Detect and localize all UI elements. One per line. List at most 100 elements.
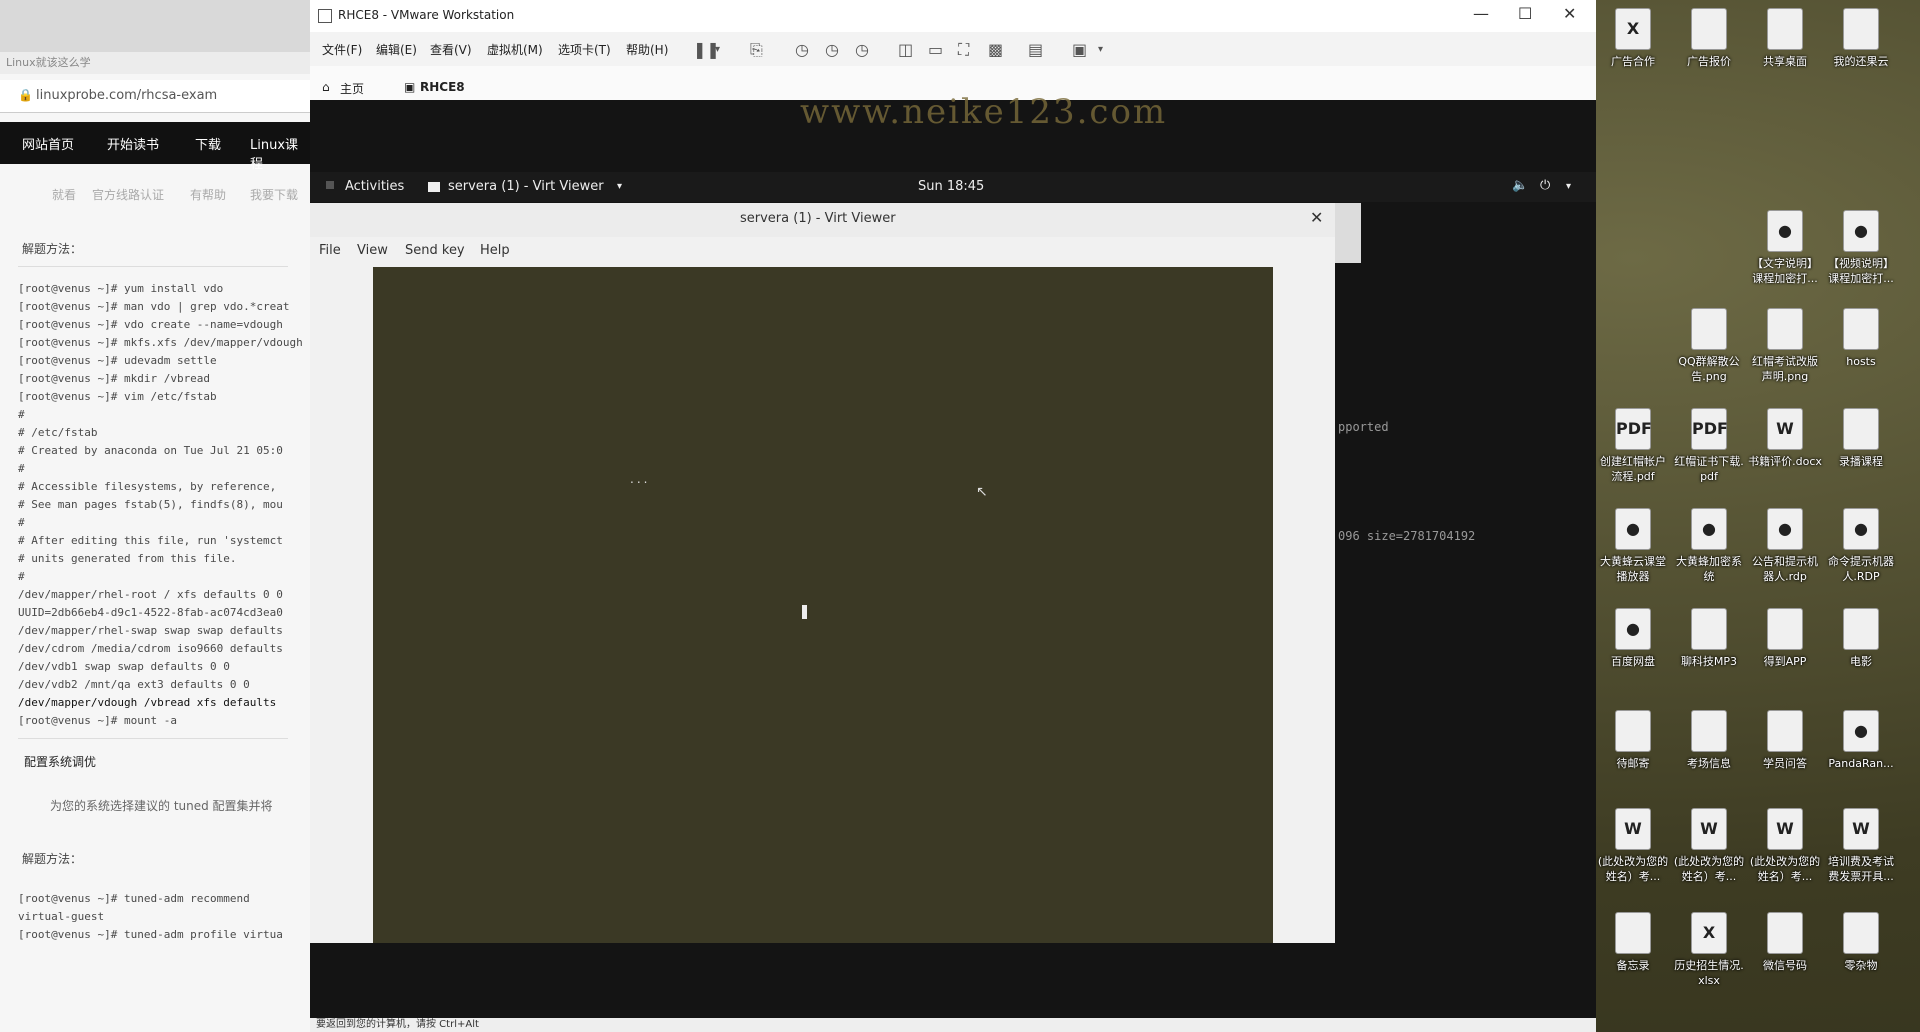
minimize-button[interactable]: — bbox=[1473, 4, 1489, 23]
stretch-icon[interactable]: ▣ bbox=[1072, 40, 1087, 59]
desktop-icon[interactable]: hosts bbox=[1824, 308, 1898, 369]
url-text[interactable]: linuxprobe.com/rhcsa-exam bbox=[36, 88, 217, 103]
terminal-line: [root@venus ~]# mount -a bbox=[18, 714, 177, 727]
desktop-icon-label: (此处改为您的姓名）考... bbox=[1749, 855, 1821, 883]
desktop-icon[interactable]: PDF 红帽证书下载.pdf bbox=[1672, 408, 1746, 484]
menu-file[interactable]: File bbox=[319, 243, 341, 258]
console-view-icon[interactable]: ▭ bbox=[928, 40, 943, 59]
menu-edit[interactable]: 编辑(E) bbox=[376, 41, 417, 58]
app-file-icon: ● bbox=[1615, 608, 1651, 650]
desktop-icon[interactable]: X 广告合作 bbox=[1596, 8, 1670, 69]
maximize-button[interactable]: ☐ bbox=[1518, 4, 1532, 23]
snapshot-icon[interactable]: ◷ bbox=[795, 40, 809, 59]
word-file-icon: W bbox=[1843, 808, 1879, 850]
tab-home[interactable]: 主页 bbox=[340, 80, 364, 97]
pdf-file-icon: PDF bbox=[1615, 408, 1652, 450]
lock-icon: 🔒 bbox=[18, 88, 33, 102]
desktop-icon[interactable]: 广告报价 bbox=[1672, 8, 1746, 69]
menu-view[interactable]: View bbox=[357, 243, 388, 258]
snapshot-manager-icon[interactable]: ◷ bbox=[855, 40, 869, 59]
power-icon[interactable]: ⏻ bbox=[1540, 178, 1550, 193]
desktop-icon[interactable]: 得到APP bbox=[1748, 608, 1822, 669]
chevron-down-icon[interactable]: ▾ bbox=[1566, 181, 1571, 192]
desktop-icon[interactable]: 我的还果云 bbox=[1824, 8, 1898, 69]
unity-icon[interactable]: ▩ bbox=[988, 40, 1003, 59]
menu-send-key[interactable]: Send key bbox=[405, 243, 465, 258]
desktop-icon[interactable]: 零杂物 bbox=[1824, 912, 1898, 973]
desktop-icon[interactable]: W (此处改为您的姓名）考... bbox=[1748, 808, 1822, 884]
desktop-icon[interactable]: 学员问答 bbox=[1748, 710, 1822, 771]
fullscreen-icon[interactable]: ⛶ bbox=[958, 40, 969, 60]
menu-help[interactable]: 帮助(H) bbox=[626, 41, 668, 58]
text-cursor bbox=[802, 605, 807, 619]
app-file-icon: ● bbox=[1767, 508, 1803, 550]
vm-console-display[interactable] bbox=[373, 267, 1273, 943]
desktop-icon[interactable]: W 培训费及考试费发票开具... bbox=[1824, 808, 1898, 884]
nav-item-read[interactable]: 开始读书 bbox=[107, 134, 159, 153]
crumb-2[interactable]: 官方线路认证 bbox=[92, 186, 164, 203]
terminal-line: # After editing this file, run 'systemct bbox=[18, 534, 283, 547]
virt-viewer-title: servera (1) - Virt Viewer bbox=[740, 211, 896, 226]
desktop-icon[interactable]: ● 大黄蜂云课堂播放器 bbox=[1596, 508, 1670, 584]
nav-item-download[interactable]: 下载 bbox=[195, 134, 221, 153]
file-file-icon bbox=[1691, 710, 1727, 752]
send-ctrl-alt-del-icon[interactable]: ⎘ bbox=[750, 40, 763, 60]
desktop-icon[interactable]: W (此处改为您的姓名）考... bbox=[1596, 808, 1670, 884]
desktop-icon[interactable]: W (此处改为您的姓名）考... bbox=[1672, 808, 1746, 884]
desktop-icon-label: QQ群解散公告.png bbox=[1678, 355, 1740, 383]
desktop-icon[interactable]: ● 命令提示机器人.RDP bbox=[1824, 508, 1898, 584]
desktop-icon[interactable]: PDF 创建红帽帐户流程.pdf bbox=[1596, 408, 1670, 484]
desktop-icon[interactable]: 考场信息 bbox=[1672, 710, 1746, 771]
terminal-line: /dev/vdb2 /mnt/qa ext3 defaults 0 0 bbox=[18, 678, 250, 691]
desktop-icon[interactable]: 待邮寄 bbox=[1596, 710, 1670, 771]
menu-help[interactable]: Help bbox=[480, 243, 510, 258]
activities-button[interactable]: Activities bbox=[345, 179, 404, 194]
crumb-1[interactable]: 就看 bbox=[52, 186, 76, 203]
app-file-icon: ● bbox=[1615, 508, 1651, 550]
menu-file[interactable]: 文件(F) bbox=[322, 41, 362, 58]
library-view-icon[interactable]: ◫ bbox=[898, 40, 913, 59]
terminal-line: [root@venus ~]# man vdo | grep vdo.*crea… bbox=[18, 300, 290, 313]
terminal-line: # units generated from this file. bbox=[18, 552, 237, 565]
nav-item-home[interactable]: 网站首页 bbox=[22, 134, 74, 153]
desktop-icon[interactable]: ● PandaRan... bbox=[1824, 710, 1898, 771]
terminal-icon[interactable]: ▤ bbox=[1028, 40, 1043, 59]
desktop-icon-label: (此处改为您的姓名）考... bbox=[1597, 855, 1669, 883]
nav-item-courses[interactable]: Linux课程 bbox=[250, 134, 310, 172]
menu-vm[interactable]: 虚拟机(M) bbox=[487, 41, 543, 58]
chevron-down-icon[interactable]: ▾ bbox=[715, 44, 720, 55]
mouse-pointer-icon: ↖ bbox=[976, 484, 988, 500]
restore-snapshot-icon[interactable]: ◷ bbox=[825, 40, 839, 59]
desktop-icon[interactable]: 电影 bbox=[1824, 608, 1898, 669]
desktop-icon[interactable]: QQ群解散公告.png bbox=[1672, 308, 1746, 384]
desktop-icon[interactable]: W 书籍评价.docx bbox=[1748, 408, 1822, 469]
desktop-icon[interactable]: 备忘录 bbox=[1596, 912, 1670, 973]
clock[interactable]: Sun 18:45 bbox=[918, 179, 984, 194]
chevron-down-icon[interactable]: ▾ bbox=[1098, 44, 1103, 55]
menu-view[interactable]: 查看(V) bbox=[430, 41, 472, 58]
chevron-down-icon[interactable]: ▾ bbox=[617, 181, 622, 192]
app-file-icon: ● bbox=[1767, 210, 1803, 252]
crumb-4[interactable]: 我要下载 bbox=[250, 186, 298, 203]
scrollbar[interactable] bbox=[1335, 203, 1361, 263]
desktop-icon[interactable]: 录播课程 bbox=[1824, 408, 1898, 469]
volume-icon[interactable]: 🔈 bbox=[1512, 178, 1528, 193]
desktop-icon[interactable]: 微信号码 bbox=[1748, 912, 1822, 973]
desktop-icon[interactable]: ● 百度网盘 bbox=[1596, 608, 1670, 669]
desktop-icon[interactable]: X 历史招生情况.xlsx bbox=[1672, 912, 1746, 988]
menu-tabs[interactable]: 选项卡(T) bbox=[558, 41, 611, 58]
desktop-icon[interactable]: 聊科技MP3 bbox=[1672, 608, 1746, 669]
desktop-icon[interactable]: 红帽考试改版声明.png bbox=[1748, 308, 1822, 384]
desktop-icon[interactable]: ● 公告和提示机器人.rdp bbox=[1748, 508, 1822, 584]
close-icon[interactable]: ✕ bbox=[1310, 208, 1323, 227]
desktop-icon[interactable]: ● 大黄蜂加密系统 bbox=[1672, 508, 1746, 584]
app-menu[interactable]: servera (1) - Virt Viewer bbox=[448, 179, 604, 194]
browser-tab[interactable]: Linux就该这么学 bbox=[0, 52, 310, 74]
crumb-3[interactable]: 有帮助 bbox=[190, 186, 226, 203]
desktop-icon[interactable]: ● 【文字说明】课程加密打... bbox=[1748, 210, 1822, 286]
desktop-icon[interactable]: ● 【视频说明】课程加密打... bbox=[1824, 210, 1898, 286]
close-button[interactable]: ✕ bbox=[1563, 4, 1576, 23]
desktop-icon[interactable]: 共享桌面 bbox=[1748, 8, 1822, 69]
tab-rhce8[interactable]: RHCE8 bbox=[420, 80, 465, 94]
pdf-file-icon: PDF bbox=[1691, 408, 1728, 450]
